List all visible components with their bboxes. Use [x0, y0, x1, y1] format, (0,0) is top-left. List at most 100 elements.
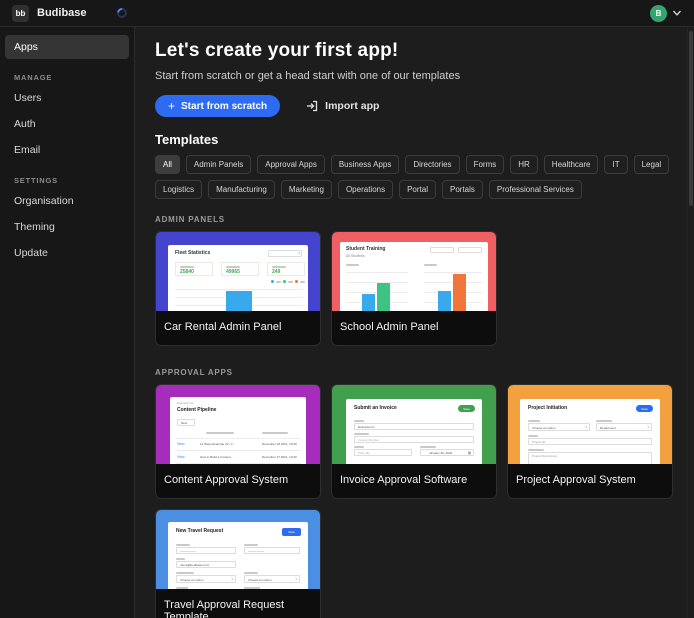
mini-save-button: Save — [282, 528, 301, 536]
mini-input-placeholder: Price ($) — [358, 452, 369, 455]
mini-subtitle: All Students — [346, 255, 365, 259]
mini-bar-blue — [226, 291, 252, 311]
mini-legend-label — [300, 281, 305, 283]
body: Apps MANAGE Users Auth Email SETTINGS Or… — [0, 27, 694, 618]
mini-select: Choose an option ▾ — [244, 575, 300, 583]
template-card-label: Car Rental Admin Panel — [156, 311, 320, 345]
mini-panel: Submit an Invoice Save Example Inc Invoi… — [346, 399, 482, 464]
filter-operations[interactable]: Operations — [338, 180, 393, 199]
mini-stat-value: 49965 — [226, 270, 240, 275]
travel-approval-thumbnail: New Travel Request Save — [156, 510, 320, 589]
mini-label-line — [596, 420, 612, 422]
sidebar-section-settings: SETTINGS — [14, 176, 120, 185]
mini-divider — [175, 463, 301, 464]
approval-apps-cards: Example Inc Content Pipeline New View 12… — [155, 384, 674, 618]
mini-bar-blue — [362, 294, 375, 311]
sidebar-item-email[interactable]: Email — [5, 138, 129, 162]
invoice-approval-thumbnail: Submit an Invoice Save Example Inc Invoi… — [332, 385, 496, 464]
mini-label-line — [346, 264, 359, 266]
mini-view-link: View — [177, 456, 185, 460]
mini-save-button: Save — [458, 405, 475, 412]
filter-hr[interactable]: HR — [510, 155, 538, 174]
mini-label-line — [176, 558, 185, 560]
user-menu[interactable]: B — [650, 5, 682, 22]
sidebar-item-update[interactable]: Update — [5, 241, 129, 265]
budibase-logo: bb — [12, 5, 29, 22]
sidebar-item-apps[interactable]: Apps — [5, 35, 129, 59]
filter-business-apps[interactable]: Business Apps — [331, 155, 399, 174]
mini-select-value: Choose an option — [248, 579, 272, 582]
mini-input-placeholder: Invoice Number — [358, 439, 379, 442]
filter-it[interactable]: IT — [604, 155, 627, 174]
filter-logistics[interactable]: Logistics — [155, 180, 202, 199]
mini-panel: Student Training All Students — [340, 242, 488, 311]
mini-textarea-placeholder: Project Description — [532, 455, 557, 458]
template-card-invoice-approval[interactable]: Submit an Invoice Save Example Inc Invoi… — [331, 384, 497, 499]
mini-new-label: New — [181, 422, 187, 425]
mini-title: Fleet Statistics — [175, 251, 210, 256]
filter-portals[interactable]: Portals — [442, 180, 483, 199]
filter-manufacturing[interactable]: Manufacturing — [208, 180, 275, 199]
sidebar-item-users[interactable]: Users — [5, 86, 129, 110]
mini-title: Project Initiation — [528, 406, 567, 411]
mini-label-line — [354, 446, 364, 448]
scrollbar-track[interactable] — [687, 27, 694, 618]
mini-label-line — [226, 266, 240, 268]
project-approval-thumbnail: Project Initiation Save Choose an option… — [508, 385, 672, 464]
sidebar-item-organisation[interactable]: Organisation — [5, 189, 129, 213]
avatar[interactable]: B — [650, 5, 667, 22]
filter-legal[interactable]: Legal — [634, 155, 670, 174]
chevron-down-icon[interactable] — [672, 8, 682, 18]
mini-save-button: Save — [636, 405, 653, 412]
mini-input — [176, 547, 236, 554]
template-card-content-approval[interactable]: Example Inc Content Pipeline New View 12… — [155, 384, 321, 499]
mini-placeholder-line — [180, 551, 196, 553]
mini-stat-card: 25840 — [175, 262, 213, 276]
filter-portal[interactable]: Portal — [399, 180, 436, 199]
mini-view-link: View — [177, 443, 185, 447]
mini-legend-dot — [295, 280, 298, 283]
filter-approval-apps[interactable]: Approval Apps — [257, 155, 325, 174]
filter-professional-services[interactable]: Professional Services — [489, 180, 582, 199]
mini-placeholder-line — [248, 551, 264, 553]
mini-legend-dot — [271, 280, 274, 283]
import-app-button[interactable]: Import app — [306, 100, 379, 112]
mini-input — [244, 547, 300, 554]
mini-legend-label — [288, 281, 293, 283]
filter-healthcare[interactable]: Healthcare — [544, 155, 599, 174]
mini-select — [430, 247, 454, 253]
mini-input: Price ($) — [354, 449, 412, 456]
mini-title: Content Pipeline — [177, 408, 216, 413]
mini-label-line — [272, 266, 286, 268]
sidebar-item-theming[interactable]: Theming — [5, 215, 129, 239]
template-card-travel-approval[interactable]: New Travel Request Save — [155, 509, 321, 618]
mini-label-line — [528, 435, 538, 437]
template-card-car-rental[interactable]: Fleet Statistics ▾ 25840 49965 — [155, 231, 321, 346]
mini-col-header-line — [262, 432, 288, 434]
mini-label-line — [244, 587, 260, 589]
mini-input: Project ID — [528, 438, 652, 445]
mini-label-line — [354, 420, 364, 422]
mini-chevron-down-icon: ▾ — [585, 426, 587, 429]
filter-admin-panels[interactable]: Admin Panels — [186, 155, 251, 174]
mini-gridline — [175, 289, 303, 290]
start-from-scratch-label: Start from scratch — [181, 101, 267, 112]
filter-directories[interactable]: Directories — [405, 155, 459, 174]
mini-input: Invoice Number — [354, 436, 474, 443]
topbar-left: bb Budibase — [12, 5, 127, 22]
filter-marketing[interactable]: Marketing — [281, 180, 332, 199]
mini-title: Submit an Invoice — [354, 406, 397, 411]
sidebar-item-auth[interactable]: Auth — [5, 112, 129, 136]
scrollbar-thumb[interactable] — [689, 31, 693, 206]
mini-stat-card: 249 — [267, 262, 305, 276]
mini-chevron-down-icon: ▾ — [647, 426, 649, 429]
template-card-school[interactable]: Student Training All Students — [331, 231, 497, 346]
filter-all[interactable]: All — [155, 155, 180, 174]
start-from-scratch-button[interactable]: + Start from scratch — [155, 95, 280, 117]
mini-label-line — [176, 572, 194, 574]
import-icon — [306, 100, 318, 112]
filter-forms[interactable]: Forms — [466, 155, 505, 174]
template-card-project-approval[interactable]: Project Initiation Save Choose an option… — [507, 384, 673, 499]
mini-divider — [175, 450, 301, 451]
budibase-portal: bb Budibase B Apps MANAGE Users Auth Ema… — [0, 0, 694, 618]
